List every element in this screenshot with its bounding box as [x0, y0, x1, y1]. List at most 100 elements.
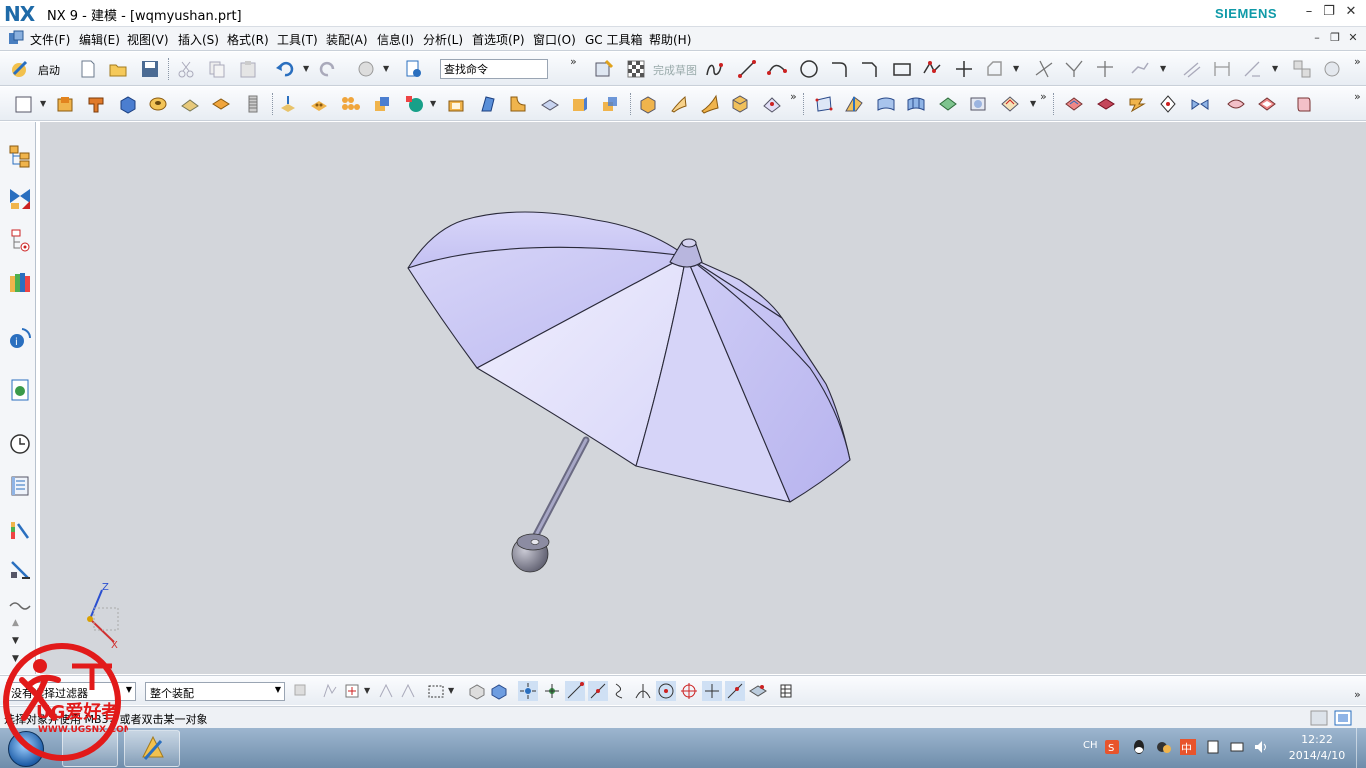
point-icon[interactable]	[954, 59, 974, 79]
surface-dropdown-icon[interactable]: ▼	[1030, 99, 1036, 108]
x-form-icon[interactable]	[1096, 94, 1116, 114]
control-point-icon[interactable]	[610, 681, 630, 701]
profile-icon[interactable]	[705, 59, 725, 79]
undo-icon[interactable]	[275, 59, 295, 79]
umbrella-canopy[interactable]	[407, 211, 851, 503]
network-status-icon[interactable]	[1156, 739, 1172, 755]
trim-body-icon[interactable]	[600, 94, 620, 114]
toolbar-overflow-icon[interactable]: »	[790, 90, 797, 103]
toolbar-overflow-icon[interactable]: »	[570, 55, 577, 68]
chamfer-feature-icon[interactable]	[540, 94, 560, 114]
emboss-icon[interactable]	[278, 94, 298, 114]
pattern-icon[interactable]	[309, 94, 329, 114]
menu-information[interactable]: 信息(I)	[377, 31, 414, 48]
status-graphic-icon[interactable]	[1310, 710, 1328, 726]
assembly-selection-icon[interactable]	[292, 681, 312, 701]
shape-by-template-icon[interactable]	[1190, 94, 1210, 114]
copy-icon[interactable]	[207, 59, 227, 79]
unite-icon[interactable]	[372, 94, 392, 114]
arc-center-icon[interactable]	[656, 681, 676, 701]
menu-format[interactable]: 格式(R)	[227, 31, 269, 48]
studio-surface-icon[interactable]	[730, 94, 750, 114]
feature-selection-dropdown-icon[interactable]: ▼	[364, 686, 370, 695]
warp-icon[interactable]	[1257, 94, 1277, 114]
mid-point-icon[interactable]	[588, 681, 608, 701]
process-studio-icon[interactable]	[8, 518, 32, 542]
draft-icon[interactable]	[478, 94, 498, 114]
quick-extend-icon[interactable]	[1064, 59, 1084, 79]
umbrella-handle[interactable]	[511, 533, 550, 573]
offset-curve-icon[interactable]	[985, 59, 1005, 79]
make-corner-icon[interactable]	[1095, 59, 1115, 79]
block-icon[interactable]	[118, 94, 138, 114]
network-icon[interactable]	[1229, 739, 1245, 755]
taskbar-app-nx[interactable]	[124, 730, 180, 767]
constraint-dropdown-icon[interactable]: ▼	[1272, 64, 1278, 73]
chinese-ime-icon[interactable]: 中	[1180, 739, 1196, 755]
qq-icon[interactable]	[1131, 739, 1147, 755]
close-button[interactable]: ✕	[1342, 4, 1360, 20]
finish-sketch-label[interactable]: 完成草图	[653, 62, 697, 78]
transition-icon[interactable]	[968, 94, 988, 114]
touch-mode-icon[interactable]	[404, 59, 424, 79]
selection-scope-select[interactable]: 整个装配 ▼	[145, 682, 285, 701]
rectangle-icon[interactable]	[892, 59, 912, 79]
shell-icon[interactable]	[446, 94, 466, 114]
edge-blend-icon[interactable]	[508, 94, 528, 114]
sketch-icon[interactable]	[594, 59, 614, 79]
curve-dropdown-icon[interactable]: ▼	[1013, 64, 1019, 73]
system-materials-icon[interactable]	[8, 474, 32, 498]
feature-selection-icon[interactable]	[344, 681, 364, 701]
n-sided-surface-icon[interactable]	[906, 94, 926, 114]
point-on-surface-icon[interactable]	[748, 681, 768, 701]
open-folder-icon[interactable]	[108, 59, 128, 79]
arc-icon[interactable]	[767, 59, 787, 79]
curve-selection-icon[interactable]	[398, 681, 418, 701]
surface-block-icon[interactable]	[638, 94, 658, 114]
fill-surface-icon[interactable]	[1000, 94, 1020, 114]
roles-icon[interactable]	[8, 594, 32, 618]
end-point-icon[interactable]	[565, 681, 585, 701]
reflect-icon[interactable]	[1158, 94, 1178, 114]
graphics-window[interactable]: Z X	[40, 122, 1366, 674]
ruled-surface-icon[interactable]	[669, 94, 689, 114]
swoop-icon[interactable]	[938, 94, 958, 114]
select-mode-dropdown-icon[interactable]: ▼	[448, 686, 454, 695]
redo-icon[interactable]	[318, 59, 338, 79]
nx-menu-icon[interactable]	[8, 30, 24, 46]
boss-icon[interactable]	[180, 94, 200, 114]
global-shaping-icon[interactable]	[1294, 94, 1314, 114]
constraint-navigator-icon[interactable]	[8, 186, 32, 210]
sogou-input-icon[interactable]: S	[1104, 739, 1120, 755]
toolbar-overflow-icon[interactable]: »	[1354, 90, 1361, 103]
repeat-command-icon[interactable]	[356, 59, 376, 79]
edit-surface-icon[interactable]	[1064, 94, 1084, 114]
constraint-icon[interactable]	[1182, 59, 1202, 79]
doc-restore-button[interactable]: ❐	[1326, 30, 1344, 46]
umbrella-model[interactable]: Z X	[40, 122, 1366, 674]
general-selection-icon[interactable]	[320, 681, 340, 701]
device-manager-icon[interactable]	[1205, 739, 1221, 755]
body-selection-icon[interactable]	[376, 681, 396, 701]
menu-help[interactable]: 帮助(H)	[649, 31, 691, 48]
full-screen-icon[interactable]	[1334, 710, 1352, 726]
swept-icon[interactable]	[762, 94, 782, 114]
new-file-icon[interactable]	[78, 59, 98, 79]
toolbar-overflow-icon[interactable]: »	[1040, 90, 1047, 103]
bounded-plane-icon[interactable]	[844, 94, 864, 114]
minimize-button[interactable]: –	[1300, 4, 1318, 20]
system-clock[interactable]: 12:22 2014/4/10	[1284, 732, 1350, 764]
hole-icon[interactable]	[148, 94, 168, 114]
display-constraints-icon[interactable]	[1292, 59, 1312, 79]
assembly-navigator-icon[interactable]	[8, 144, 32, 168]
mirror-curve-icon[interactable]	[1130, 59, 1150, 79]
menu-assemblies[interactable]: 装配(A)	[326, 31, 368, 48]
finish-sketch-icon[interactable]	[626, 59, 646, 79]
intersection-point-icon[interactable]	[633, 681, 653, 701]
through-curve-mesh-icon[interactable]	[876, 94, 896, 114]
dimension-icon[interactable]	[1212, 59, 1232, 79]
menu-tools[interactable]: 工具(T)	[277, 31, 318, 48]
offset-face-icon[interactable]	[570, 94, 590, 114]
cut-icon[interactable]	[176, 59, 196, 79]
point-on-curve-icon[interactable]	[725, 681, 745, 701]
